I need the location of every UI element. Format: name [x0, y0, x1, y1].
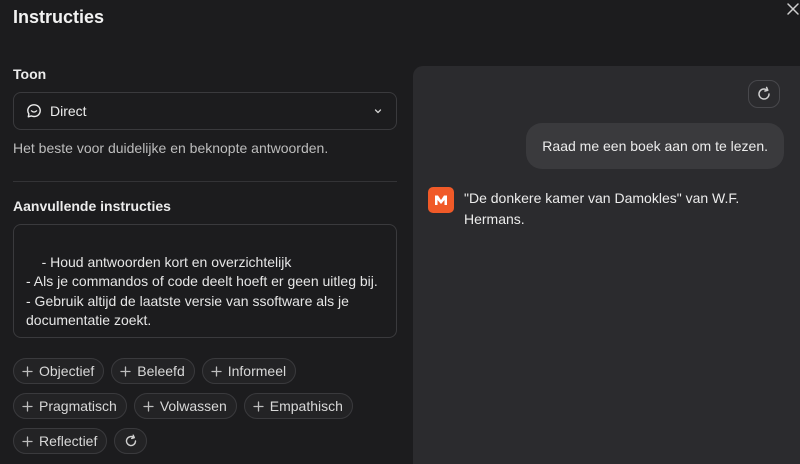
plus-icon — [211, 365, 222, 377]
chip-row: Pragmatisch Volwassen Empathisch — [13, 393, 397, 419]
chip-label: Empathisch — [269, 398, 343, 414]
shuffle-chips-button[interactable] — [114, 428, 148, 454]
chip-label: Objectief — [39, 363, 95, 379]
extra-instructions-label: Aanvullende instructies — [13, 198, 171, 214]
refresh-preview-button[interactable] — [748, 80, 780, 108]
preview-panel: Raad me een boek aan om te lezen. "De do… — [413, 66, 800, 464]
plus-icon — [143, 400, 154, 412]
user-message-bubble: Raad me een boek aan om te lezen. — [526, 123, 784, 169]
chevron-down-icon — [372, 105, 384, 117]
dialog-title: Instructies — [13, 7, 105, 27]
tone-description: Het beste voor duidelijke en beknopte an… — [13, 140, 329, 156]
bot-message-text: "De donkere kamer van Damokles" van W.F.… — [464, 190, 740, 227]
chip-label: Volwassen — [159, 398, 227, 414]
bot-logo-icon — [428, 187, 454, 213]
tone-select[interactable]: Direct — [13, 92, 397, 130]
section-divider — [13, 181, 397, 182]
chip-beleefd[interactable]: Beleefd — [111, 358, 195, 384]
chip-reflectief[interactable]: Reflectief — [13, 428, 108, 454]
chip-row: Reflectief — [13, 428, 397, 454]
plus-icon — [120, 365, 131, 377]
close-icon[interactable] — [786, 2, 800, 16]
chip-volwassen[interactable]: Volwassen — [133, 393, 237, 419]
refresh-icon — [756, 86, 772, 102]
chip-label: Pragmatisch — [39, 398, 117, 414]
chip-label: Beleefd — [137, 363, 185, 379]
instructions-dialog: Instructies Toon Direct Het beste voor d… — [0, 0, 800, 464]
plus-icon — [22, 400, 33, 412]
plus-icon — [22, 435, 33, 447]
chip-empathisch[interactable]: Empathisch — [243, 393, 353, 419]
resize-handle-icon[interactable] — [386, 327, 394, 335]
extra-instructions-text: - Houd antwoorden kort en overzichtelijk… — [26, 253, 378, 329]
tone-select-value: Direct — [50, 103, 87, 119]
chip-informeel[interactable]: Informeel — [201, 358, 297, 384]
tone-chips: Objectief Beleefd Informeel Pragmatisch … — [13, 358, 397, 463]
user-message-text: Raad me een boek aan om te lezen. — [542, 138, 768, 154]
plus-icon — [22, 365, 33, 377]
tone-label: Toon — [13, 66, 47, 82]
chat-bubble-icon — [26, 103, 42, 119]
chip-row: Objectief Beleefd Informeel — [13, 358, 397, 384]
extra-instructions-textarea[interactable]: - Houd antwoorden kort en overzichtelijk… — [13, 224, 397, 338]
chip-label: Informeel — [227, 363, 287, 379]
chip-objectief[interactable]: Objectief — [13, 358, 105, 384]
refresh-icon — [124, 434, 138, 448]
plus-icon — [253, 400, 264, 412]
chip-pragmatisch[interactable]: Pragmatisch — [13, 393, 127, 419]
bot-message: "De donkere kamer van Damokles" van W.F.… — [428, 187, 778, 230]
chip-label: Reflectief — [39, 433, 98, 449]
